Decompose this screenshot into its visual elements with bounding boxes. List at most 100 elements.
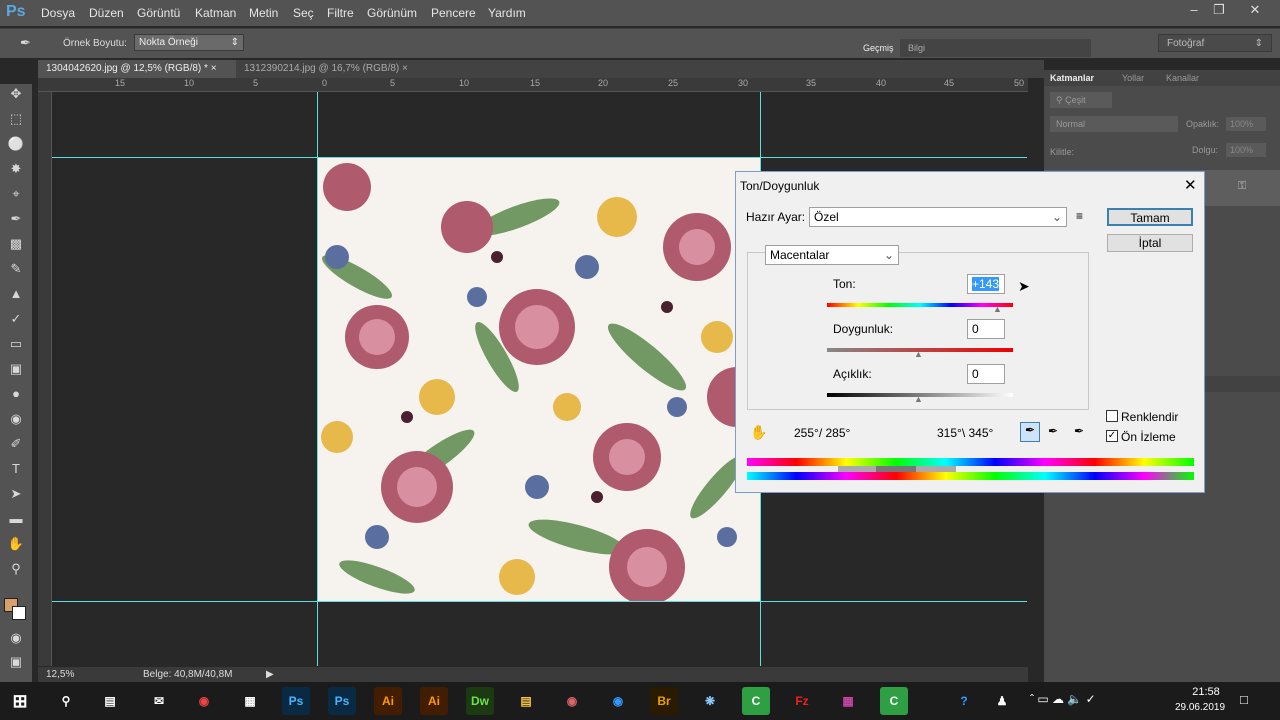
menu-view[interactable]: Görünüm [367, 6, 417, 20]
background-color-swatch[interactable] [12, 606, 26, 620]
tab-layers[interactable]: Katmanlar [1050, 73, 1094, 83]
gradient-tool-icon[interactable]: ▣ [7, 361, 25, 379]
help-icon[interactable]: ? [950, 687, 978, 715]
guide-line-left[interactable] [317, 92, 318, 666]
blur-tool-icon[interactable]: ● [7, 386, 25, 404]
hand-adjust-icon[interactable]: ✋ [750, 424, 767, 441]
hand-tool-icon[interactable]: ✋ [7, 536, 25, 554]
bridge-icon[interactable]: Br [650, 687, 678, 715]
folder-icon[interactable]: ▤ [512, 687, 540, 715]
hue-field[interactable]: +143 [967, 274, 1005, 294]
tab-paths[interactable]: Yollar [1122, 73, 1144, 83]
quick-select-tool-icon[interactable]: ✸ [7, 161, 25, 179]
browser-icon[interactable]: ◉ [604, 687, 632, 715]
eyedropper-icon[interactable]: ✒ [20, 35, 31, 51]
menu-file[interactable]: Dosya [41, 6, 75, 20]
menu-type[interactable]: Metin [249, 6, 278, 20]
chrome-icon[interactable]: ◉ [190, 687, 218, 715]
healing-tool-icon[interactable]: ▩ [7, 236, 25, 254]
shape-tool-icon[interactable]: ▬ [7, 511, 25, 529]
fill-field[interactable]: 100% [1226, 143, 1266, 157]
illustrator-icon[interactable]: Ai [374, 687, 402, 715]
filezilla-icon[interactable]: Fz [788, 687, 816, 715]
sample-size-select[interactable]: Nokta Örneği ⇕ [134, 34, 244, 51]
eyedropper-tool-icon[interactable]: ✒ [7, 211, 25, 229]
eyedropper-add-icon[interactable]: ✒ [1048, 424, 1058, 438]
layer-kind-filter[interactable]: ⚲ Çeşit [1050, 92, 1112, 108]
tab-channels[interactable]: Kanallar [1166, 73, 1199, 83]
tool-icon[interactable]: ❋ [696, 687, 724, 715]
preview-checkbox[interactable]: ✓ [1106, 430, 1118, 442]
mail-icon[interactable]: ✉ [145, 687, 173, 715]
zoom-level[interactable]: 12,5% [46, 669, 74, 680]
move-tool-icon[interactable]: ✥ [7, 86, 25, 104]
app-icon[interactable]: ◉ [558, 687, 586, 715]
calculator-icon[interactable]: ▦ [236, 687, 264, 715]
saturation-slider-thumb[interactable]: ▲ [914, 349, 923, 359]
channel-select[interactable]: Macentalar ⌄ [765, 245, 899, 265]
stamp-tool-icon[interactable]: ▲ [7, 286, 25, 304]
menu-filter[interactable]: Filtre [327, 6, 354, 20]
ok-button[interactable]: Tamam [1107, 208, 1193, 226]
guide-line-top[interactable] [52, 157, 1027, 158]
workspace-select[interactable]: Fotoğraf ⇕ [1158, 34, 1272, 52]
pen-tool-icon[interactable]: ✐ [7, 436, 25, 454]
menu-layer[interactable]: Katman [195, 6, 236, 20]
lasso-tool-icon[interactable]: ⚪ [7, 136, 25, 154]
opacity-field[interactable]: 100% [1226, 117, 1266, 131]
menu-select[interactable]: Seç [293, 6, 314, 20]
tab-document-2[interactable]: 1312390214.jpg @ 16,7% (RGB/8) × [236, 60, 426, 78]
lightness-slider-thumb[interactable]: ▲ [914, 394, 923, 404]
hue-slider-thumb[interactable]: ▲ [993, 304, 1002, 314]
guide-line-bottom[interactable] [52, 601, 1027, 602]
task-view-icon[interactable]: ▤ [96, 687, 124, 715]
marquee-tool-icon[interactable]: ⬚ [7, 111, 25, 129]
lightness-field[interactable]: 0 [967, 364, 1005, 384]
windows-start-icon[interactable]: ⊞ [6, 687, 34, 715]
tab-document-1[interactable]: 1304042620.jpg @ 12,5% (RGB/8) * × [38, 60, 236, 78]
photoshop-taskbar-icon[interactable]: Ps [282, 687, 310, 715]
blend-mode-select[interactable]: Normal [1050, 116, 1178, 132]
type-tool-icon[interactable]: T [7, 461, 25, 479]
crop-tool-icon[interactable]: ⌖ [7, 186, 25, 204]
menu-help[interactable]: Yardım [488, 6, 526, 20]
zoom-tool-icon[interactable]: ⚲ [7, 561, 25, 579]
camtasia-icon[interactable]: C [742, 687, 770, 715]
menu-image[interactable]: Görüntü [137, 6, 180, 20]
path-select-icon[interactable]: ➤ [7, 486, 25, 504]
close-tab-icon[interactable]: × [211, 63, 217, 74]
camtasia-2-icon[interactable]: C [880, 687, 908, 715]
brush-tool-icon[interactable]: ✎ [7, 261, 25, 279]
history-brush-icon[interactable]: ✓ [7, 311, 25, 329]
restore-icon[interactable]: ❐ [1208, 2, 1230, 18]
hue-slider[interactable] [827, 303, 1013, 307]
close-icon[interactable]: ✕ [1244, 2, 1266, 18]
status-menu-icon[interactable]: ▶ [266, 669, 274, 680]
screen-mode-icon[interactable]: ▣ [7, 654, 25, 672]
menu-window[interactable]: Pencere [431, 6, 476, 20]
tray-icons[interactable]: ˆ ▭ ☁ 🔈 ✓ [1030, 692, 1096, 706]
preset-select[interactable]: Özel ⌄ [809, 207, 1067, 227]
notification-icon[interactable]: □ [1240, 692, 1248, 707]
eyedropper-icon[interactable]: ✒ [1020, 422, 1040, 442]
tab-history[interactable]: Geçmiş [856, 39, 900, 57]
saturation-field[interactable]: 0 [967, 319, 1005, 339]
dodge-tool-icon[interactable]: ◉ [7, 411, 25, 429]
menu-edit[interactable]: Düzen [89, 6, 124, 20]
eyedropper-subtract-icon[interactable]: ✒ [1074, 424, 1084, 438]
app2-icon[interactable]: ▦ [834, 687, 862, 715]
colorize-checkbox[interactable] [1106, 410, 1118, 422]
illustrator-2-icon[interactable]: Ai [420, 687, 448, 715]
preset-options-icon[interactable]: ≡ [1076, 209, 1083, 223]
close-tab-icon[interactable]: × [402, 63, 408, 74]
search-icon[interactable]: ⚲ [52, 687, 80, 715]
photoshop-2-icon[interactable]: Ps [328, 687, 356, 715]
tab-info[interactable]: Bilgi [908, 43, 925, 53]
eraser-tool-icon[interactable]: ▭ [7, 336, 25, 354]
cancel-button[interactable]: İptal [1107, 234, 1193, 252]
quick-mask-icon[interactable]: ◉ [7, 630, 25, 648]
minimize-icon[interactable]: – [1183, 2, 1205, 18]
people-icon[interactable]: ♟ [988, 687, 1016, 715]
dreamweaver-icon[interactable]: Dw [466, 687, 494, 715]
close-dialog-icon[interactable]: ✕ [1184, 176, 1197, 194]
